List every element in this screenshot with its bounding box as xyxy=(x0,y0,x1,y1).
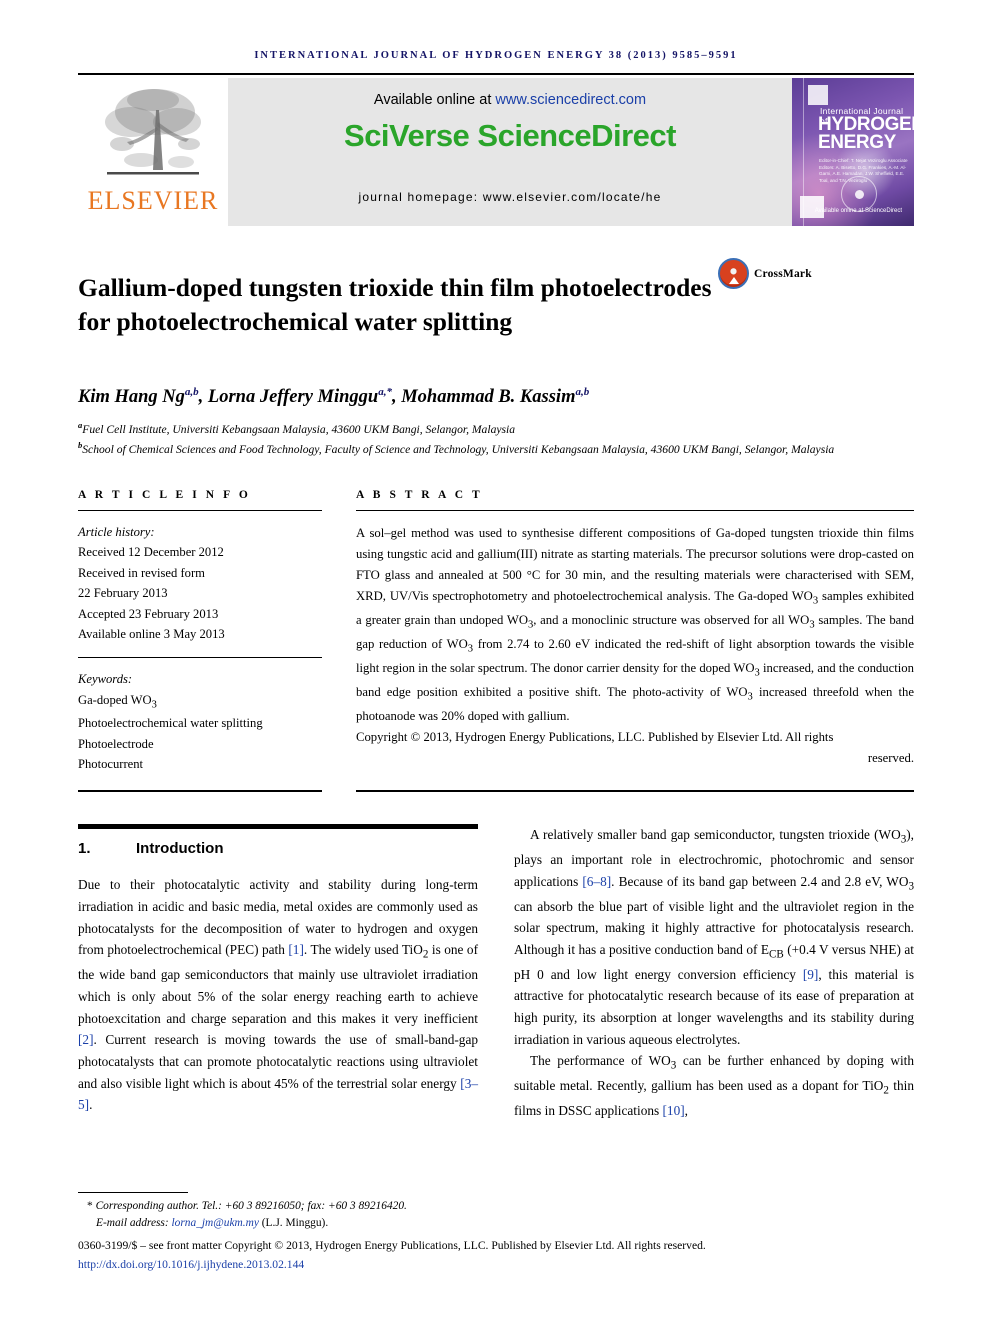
affiliation-a: aFuel Cell Institute, Universiti Kebangs… xyxy=(78,419,914,439)
elsevier-wordmark: ELSEVIER xyxy=(87,186,219,215)
sciencedirect-link[interactable]: www.sciencedirect.com xyxy=(495,92,646,108)
history-item: Received 12 December 2012 xyxy=(78,545,224,560)
paragraph: The performance of WO3 can be further en… xyxy=(514,1053,914,1118)
keywords-block: Keywords: Ga-doped WO3 Photoelectrochemi… xyxy=(78,669,322,774)
copyright-tail: reserved. xyxy=(867,750,914,765)
abstract-text: A sol–gel method was used to synthesise … xyxy=(356,526,914,723)
email-link[interactable]: lorna_jm@ukm.my xyxy=(172,1217,259,1229)
article-history: Article history: Received 12 December 20… xyxy=(78,522,322,644)
author-list: Kim Hang Nga,b, Lorna Jeffery Minggua,*,… xyxy=(78,386,590,408)
abstract-end-rules xyxy=(78,790,914,793)
info-abstract-row: A R T I C L E I N F O Article history: R… xyxy=(78,489,914,774)
article-info-column: A R T I C L E I N F O Article history: R… xyxy=(78,489,322,774)
section-title: Introduction xyxy=(136,840,224,858)
asterisk-marker: * xyxy=(87,1199,93,1212)
end-rule-right xyxy=(356,790,914,793)
article-history-label: Article history: xyxy=(78,525,155,540)
available-online-line: Available online at www.sciencedirect.co… xyxy=(374,92,646,108)
elsevier-logo: ELSEVIER xyxy=(78,78,228,226)
corresponding-author-line: * Corresponding author. Tel.: +60 3 8921… xyxy=(78,1198,914,1216)
cover-journal-title: HYDROGEN ENERGY xyxy=(818,115,914,154)
copyright-text: Copyright © 2013, Hydrogen Energy Public… xyxy=(356,729,834,744)
keyword-item: Photocurrent xyxy=(78,757,144,772)
page-title: Gallium-doped tungsten trioxide thin fil… xyxy=(78,273,712,336)
crossmark-label: CrossMark xyxy=(754,267,812,280)
footnote-block: * Corresponding author. Tel.: +60 3 8921… xyxy=(78,1191,914,1273)
article-info-heading: A R T I C L E I N F O xyxy=(78,489,251,502)
keyword-item: Photoelectrode xyxy=(78,736,154,751)
footnote-rule xyxy=(78,1191,188,1193)
affiliation-b: bSchool of Chemical Sciences and Food Te… xyxy=(78,439,914,459)
section-rule xyxy=(78,824,478,830)
history-item: Available online 3 May 2013 xyxy=(78,626,225,641)
corresponding-author-text: Corresponding author. Tel.: +60 3 892160… xyxy=(95,1199,407,1212)
keywords-label: Keywords: xyxy=(78,672,133,687)
journal-cover-thumbnail: International Journal of HYDROGEN ENERGY… xyxy=(792,78,914,226)
cover-sciencedirect-mark: Available online at ScienceDirect xyxy=(814,208,902,215)
journal-masthead: ELSEVIER Available online at www.science… xyxy=(78,78,914,226)
section-heading: 1. Introduction xyxy=(78,840,478,857)
issn-copyright-line: 0360-3199/$ – see front matter Copyright… xyxy=(78,1239,706,1253)
keyword-item: Ga-doped WO3 xyxy=(78,692,157,711)
paper-page: International Journal of Hydrogen Energy… xyxy=(0,0,992,1323)
history-item: 22 February 2013 xyxy=(78,586,168,601)
affiliations: aFuel Cell Institute, Universiti Kebangs… xyxy=(78,419,914,459)
elsevier-tree-icon xyxy=(97,82,209,186)
abstract-rule xyxy=(356,510,914,512)
sciencedirect-banner: Available online at www.sciencedirect.co… xyxy=(228,78,792,226)
cover-elsevier-mark xyxy=(808,85,828,105)
cover-ring-graphic xyxy=(841,176,877,212)
body-columns: 1. Introduction Due to their photocataly… xyxy=(78,824,914,1121)
cover-title-energy: ENERGY xyxy=(818,132,896,154)
email-label: E-mail address: xyxy=(96,1217,172,1230)
title-block: Gallium-doped tungsten trioxide thin fil… xyxy=(78,254,914,355)
doi-link[interactable]: http://dx.doi.org/10.1016/j.ijhydene.201… xyxy=(78,1256,914,1273)
paragraph: Due to their photocatalytic activity and… xyxy=(78,877,479,1113)
cover-artwork: International Journal of HYDROGEN ENERGY… xyxy=(792,78,914,226)
history-item: Received in revised form xyxy=(78,565,205,580)
crossmark-icon xyxy=(718,258,749,289)
body-column-right: A relatively smaller band gap semiconduc… xyxy=(514,824,914,1121)
header-rule xyxy=(78,73,914,75)
crossmark-badge[interactable]: CrossMark xyxy=(718,258,812,289)
abstract-heading: A B S T R A C T xyxy=(356,489,483,502)
running-head: International Journal of Hydrogen Energy… xyxy=(254,50,738,61)
keywords-rule xyxy=(78,657,322,659)
sciverse-sciencedirect-logo: SciVerse ScienceDirect xyxy=(344,118,676,153)
history-item: Accepted 23 February 2013 xyxy=(78,606,219,621)
affiliation-text-b: School of Chemical Sciences and Food Tec… xyxy=(82,442,835,456)
journal-homepage-line[interactable]: journal homepage: www.elsevier.com/locat… xyxy=(359,190,662,204)
paragraph: A relatively smaller band gap semiconduc… xyxy=(514,827,914,1047)
affiliation-text-a: Fuel Cell Institute, Universiti Kebangsa… xyxy=(82,422,516,436)
body-column-left: 1. Introduction Due to their photocataly… xyxy=(78,824,478,1121)
article-info-rule xyxy=(78,510,322,512)
section-number: 1. xyxy=(78,840,91,858)
abstract-copyright: Copyright © 2013, Hydrogen Energy Public… xyxy=(356,727,914,769)
email-line: E-mail address: lorna_jm@ukm.my (L.J. Mi… xyxy=(78,1215,914,1233)
keyword-item: Photoelectrochemical water splitting xyxy=(78,716,263,731)
abstract-column: A B S T R A C T A sol–gel method was use… xyxy=(356,489,914,774)
email-suffix: (L.J. Minggu). xyxy=(258,1217,329,1230)
available-online-text: Available online at xyxy=(373,92,496,108)
end-rule-left xyxy=(78,790,322,793)
